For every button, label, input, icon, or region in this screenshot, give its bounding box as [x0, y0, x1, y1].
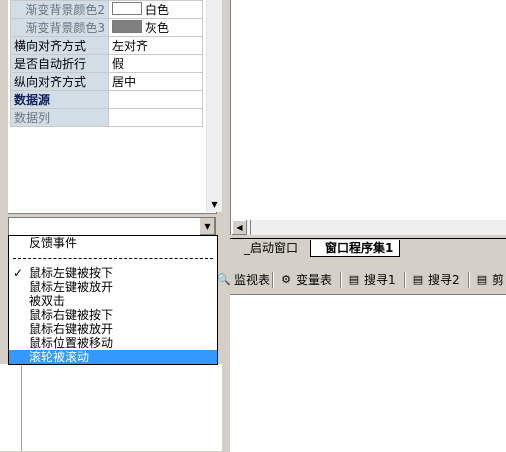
splitter[interactable] [222, 0, 230, 451]
property-row[interactable]: 数据源 [10, 90, 203, 109]
toolbar-button[interactable]: ⚙ 变量表 [278, 271, 332, 289]
search-icon: ▤ [348, 273, 360, 286]
property-row[interactable]: 渐变背景颜色2 白色 [10, 0, 203, 19]
toolbar-button[interactable]: 🔍 监视表 [216, 271, 270, 289]
horizontal-scrollbar[interactable]: ◀ [232, 220, 506, 235]
event-option[interactable]: 鼠标右键被放开 [9, 322, 217, 336]
property-value[interactable] [108, 90, 203, 109]
event-option[interactable]: 被双击 [9, 294, 217, 308]
tab-window-assembly[interactable]: 窗口程序集1 [310, 240, 401, 257]
bottom-toolbar: 🔍 监视表 ⚙ 变量表 ▤ 搜寻1 ▤ 搜寻2 ▤ 剪 [216, 268, 506, 292]
clipboard-icon: ▤ [476, 273, 488, 286]
property-value[interactable]: 居中 [108, 72, 203, 91]
toolbar-separator [404, 272, 406, 288]
property-value-text: 灰色 [145, 21, 170, 35]
event-option[interactable]: 鼠标右键被按下 [9, 308, 217, 322]
color-swatch [112, 20, 142, 33]
monitor-icon: 🔍 [217, 273, 231, 286]
property-row[interactable]: 横向对齐方式 左对齐 [10, 36, 203, 55]
property-value[interactable]: 假 [108, 54, 203, 73]
left-bottom-panel [0, 364, 222, 451]
toolbar-button[interactable]: ▤ 剪 [474, 271, 504, 289]
tab-bar-line [230, 238, 506, 239]
toolbar-separator [340, 272, 342, 288]
search-icon: ▤ [412, 273, 424, 286]
property-scrollbar[interactable]: ▼ [206, 0, 222, 212]
property-value[interactable]: 灰色 [108, 18, 203, 37]
property-value[interactable]: 左对齐 [108, 36, 203, 55]
color-swatch [112, 2, 142, 15]
property-row[interactable]: 纵向对齐方式 居中 [10, 72, 203, 91]
toolbar-button-label: 搜寻1 [364, 273, 396, 287]
toolbar-separator [272, 272, 274, 288]
tab-startup-window[interactable]: _启动窗口 [230, 240, 304, 256]
event-dropdown-list: 反馈事件 鼠标左键被按下鼠标左键被放开被双击鼠标右键被按下鼠标右键被放开鼠标位置… [8, 235, 218, 365]
toolbar-button[interactable]: ▤ 搜寻1 [346, 271, 396, 289]
property-value-text: 居中 [112, 75, 137, 89]
toolbar-button[interactable]: ▤ 搜寻2 [410, 271, 460, 289]
toolbar-separator [468, 272, 470, 288]
property-name: 是否自动折行 [10, 54, 109, 73]
design-canvas[interactable] [230, 0, 506, 235]
property-value-text: 左对齐 [112, 39, 149, 53]
property-row[interactable]: 是否自动折行假 [10, 54, 203, 73]
gutter-line [21, 363, 22, 451]
property-name: 渐变背景颜色2 [10, 0, 109, 19]
property-value[interactable]: 白色 [108, 0, 203, 19]
dropdown-separator [13, 258, 213, 259]
combo-dropdown-arrow-icon[interactable]: ▼ [199, 218, 215, 235]
output-panel[interactable] [230, 294, 506, 452]
toolbar-button-label: 变量表 [296, 273, 333, 287]
property-grid: 渐变背景颜色2 白色 渐变背景颜色3 灰色 横向对齐方式 左对齐 是否自动折行假纵向对齐方式… [8, 0, 222, 214]
tab-bar: _启动窗口 窗口程序集1 [230, 238, 506, 258]
property-value[interactable] [108, 108, 203, 127]
event-option[interactable]: 鼠标左键被放开 [9, 280, 217, 294]
property-value-text: 假 [112, 57, 125, 71]
property-row[interactable]: 数据列 [10, 108, 203, 127]
property-name: 数据列 [10, 108, 109, 127]
toolbar-button-label: 监视表 [234, 273, 271, 287]
property-name: 渐变背景颜色3 [10, 18, 109, 37]
property-name: 数据源 [10, 90, 109, 109]
events-header: 反馈事件 [29, 236, 78, 250]
scroll-down-arrow-icon[interactable]: ▼ [207, 197, 222, 212]
property-name: 纵向对齐方式 [10, 72, 109, 91]
property-value-text: 白色 [145, 3, 170, 17]
variables-icon: ⚙ [281, 273, 291, 286]
toolbar-button-label: 搜寻2 [428, 273, 460, 287]
property-table: 渐变背景颜色2 白色 渐变背景颜色3 灰色 横向对齐方式 左对齐 是否自动折行假纵向对齐方式… [10, 0, 203, 127]
property-row[interactable]: 渐变背景颜色3 灰色 [10, 18, 203, 37]
event-option[interactable]: 鼠标位置被移动 [9, 336, 217, 350]
event-combo[interactable]: ▼ [8, 217, 216, 236]
property-name: 横向对齐方式 [10, 36, 109, 55]
toolbar-button-label: 剪 [492, 273, 505, 287]
scroll-thumb[interactable] [248, 220, 251, 235]
scroll-left-arrow-icon[interactable]: ◀ [232, 220, 247, 235]
event-option[interactable]: 滚轮被滚动 [9, 350, 217, 364]
event-option[interactable]: 鼠标左键被按下 [9, 266, 217, 280]
